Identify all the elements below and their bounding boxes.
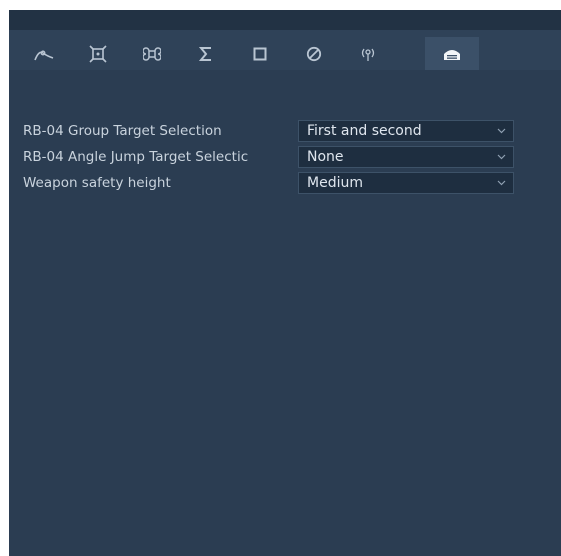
sigma-icon [199,46,211,61]
tab-drone-target[interactable] [71,37,125,70]
settings-window: RB-04 Group Target Selection First and s… [9,10,561,556]
setting-row-weapon-safety-height: Weapon safety height Medium [9,172,561,194]
dropdown-value: None [307,149,344,165]
hangar-icon [444,49,460,60]
chevron-down-icon [497,128,506,134]
dropdown-value: First and second [307,123,422,139]
dropdown-value: Medium [307,175,363,191]
setting-row-angle-jump-target-selection: RB-04 Angle Jump Target Selectic None [9,146,561,168]
group-target-selection-dropdown[interactable]: First and second [298,120,514,142]
tab-prohibited[interactable] [287,37,341,70]
tab-radio-signal[interactable] [341,37,395,70]
prohibited-icon [306,46,322,61]
setting-label: RB-04 Group Target Selection [23,123,222,139]
chevron-down-icon [497,154,506,160]
radio-signal-icon [361,48,375,61]
setting-label: RB-04 Angle Jump Target Selectic [23,149,249,165]
command-icon [143,46,161,61]
tab-path[interactable] [17,37,71,70]
title-bar [9,10,561,30]
drone-target-icon [89,44,107,63]
weapon-safety-height-dropdown[interactable]: Medium [298,172,514,194]
chevron-down-icon [497,180,506,186]
path-icon [34,50,54,60]
tab-hangar[interactable] [425,37,479,70]
tab-square[interactable] [233,37,287,70]
angle-jump-target-selection-dropdown[interactable]: None [298,146,514,168]
tab-sigma[interactable] [179,37,233,70]
square-icon [253,47,267,60]
tab-command[interactable] [125,37,179,70]
setting-label: Weapon safety height [23,175,171,191]
setting-row-group-target-selection: RB-04 Group Target Selection First and s… [9,120,561,142]
tab-bar [9,30,561,70]
